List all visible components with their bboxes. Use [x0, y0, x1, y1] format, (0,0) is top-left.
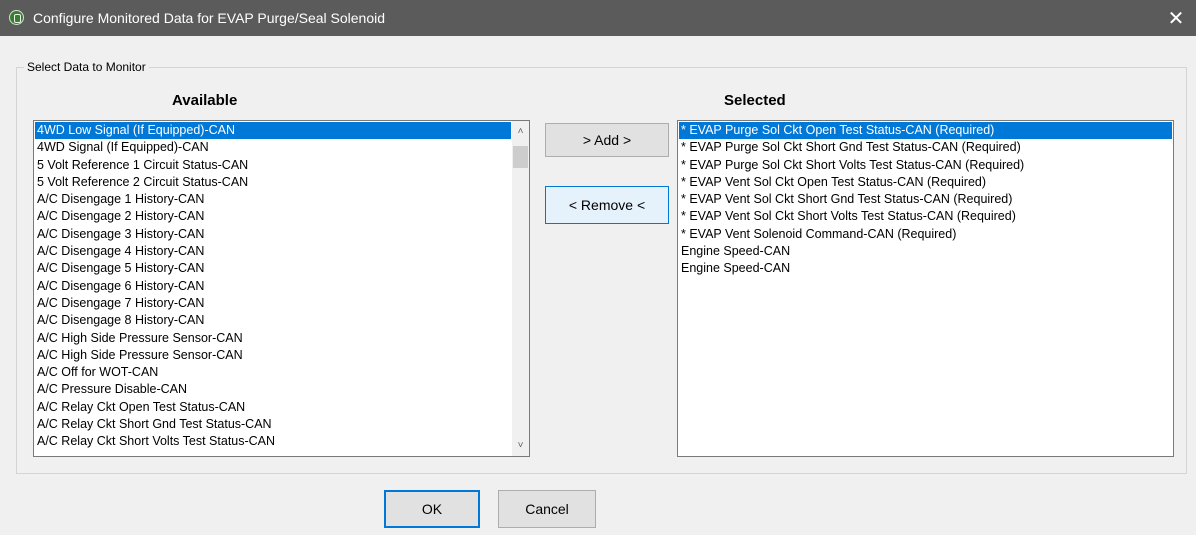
selected-header: Selected: [724, 92, 786, 109]
list-item[interactable]: * EVAP Vent Sol Ckt Short Gnd Test Statu…: [679, 191, 1172, 208]
list-item[interactable]: A/C Disengage 2 History-CAN: [35, 208, 511, 225]
selected-items: * EVAP Purge Sol Ckt Open Test Status-CA…: [679, 122, 1172, 278]
ok-button[interactable]: OK: [384, 490, 480, 528]
available-items: 4WD Low Signal (If Equipped)-CAN 4WD Sign…: [35, 122, 511, 451]
app-icon: [9, 10, 24, 25]
close-button[interactable]: ✕: [1156, 0, 1196, 36]
list-item[interactable]: 5 Volt Reference 2 Circuit Status-CAN: [35, 174, 511, 191]
groupbox-label: Select Data to Monitor: [24, 59, 149, 75]
list-item[interactable]: A/C Disengage 5 History-CAN: [35, 260, 511, 277]
remove-button[interactable]: < Remove <: [545, 186, 669, 224]
list-item[interactable]: 4WD Low Signal (If Equipped)-CAN: [35, 122, 511, 140]
list-item[interactable]: A/C Disengage 4 History-CAN: [35, 243, 511, 260]
list-item[interactable]: * EVAP Vent Sol Ckt Open Test Status-CAN…: [679, 174, 1172, 191]
scroll-up-icon[interactable]: ˄: [512, 123, 529, 140]
list-item[interactable]: A/C High Side Pressure Sensor-CAN: [35, 330, 511, 347]
cancel-button[interactable]: Cancel: [498, 490, 596, 528]
scroll-thumb[interactable]: [513, 146, 528, 168]
list-item[interactable]: A/C Disengage 8 History-CAN: [35, 312, 511, 329]
list-item[interactable]: * EVAP Purge Sol Ckt Short Volts Test St…: [679, 157, 1172, 174]
list-item[interactable]: A/C Off for WOT-CAN: [35, 364, 511, 381]
add-button[interactable]: > Add >: [545, 123, 669, 157]
available-scrollbar[interactable]: ˄ ˅: [512, 121, 529, 456]
list-item[interactable]: Engine Speed-CAN: [679, 260, 1172, 277]
title-bar: Configure Monitored Data for EVAP Purge/…: [0, 0, 1196, 36]
list-item[interactable]: A/C Relay Ckt Short Gnd Test Status-CAN: [35, 416, 511, 433]
available-header: Available: [172, 92, 238, 109]
selected-listbox[interactable]: * EVAP Purge Sol Ckt Open Test Status-CA…: [677, 120, 1174, 457]
list-item[interactable]: A/C Relay Ckt Short Volts Test Status-CA…: [35, 433, 511, 450]
list-item[interactable]: A/C Disengage 7 History-CAN: [35, 295, 511, 312]
list-item[interactable]: Engine Speed-CAN: [679, 243, 1172, 260]
list-item[interactable]: A/C Disengage 1 History-CAN: [35, 191, 511, 208]
list-item[interactable]: A/C Pressure Disable-CAN: [35, 381, 511, 398]
list-item[interactable]: * EVAP Vent Solenoid Command-CAN (Requir…: [679, 226, 1172, 243]
list-item[interactable]: * EVAP Vent Sol Ckt Short Volts Test Sta…: [679, 208, 1172, 225]
list-item[interactable]: 5 Volt Reference 1 Circuit Status-CAN: [35, 157, 511, 174]
window-title: Configure Monitored Data for EVAP Purge/…: [33, 10, 386, 26]
available-listbox[interactable]: 4WD Low Signal (If Equipped)-CAN 4WD Sign…: [33, 120, 530, 457]
list-item[interactable]: A/C Disengage 3 History-CAN: [35, 226, 511, 243]
scroll-down-icon[interactable]: ˅: [512, 437, 529, 454]
list-item[interactable]: A/C Disengage 6 History-CAN: [35, 278, 511, 295]
list-item[interactable]: A/C High Side Pressure Sensor-CAN: [35, 347, 511, 364]
list-item[interactable]: 4WD Signal (If Equipped)-CAN: [35, 139, 511, 156]
list-item[interactable]: A/C Relay Ckt Open Test Status-CAN: [35, 399, 511, 416]
list-item[interactable]: * EVAP Purge Sol Ckt Open Test Status-CA…: [679, 122, 1172, 140]
list-item[interactable]: * EVAP Purge Sol Ckt Short Gnd Test Stat…: [679, 139, 1172, 156]
